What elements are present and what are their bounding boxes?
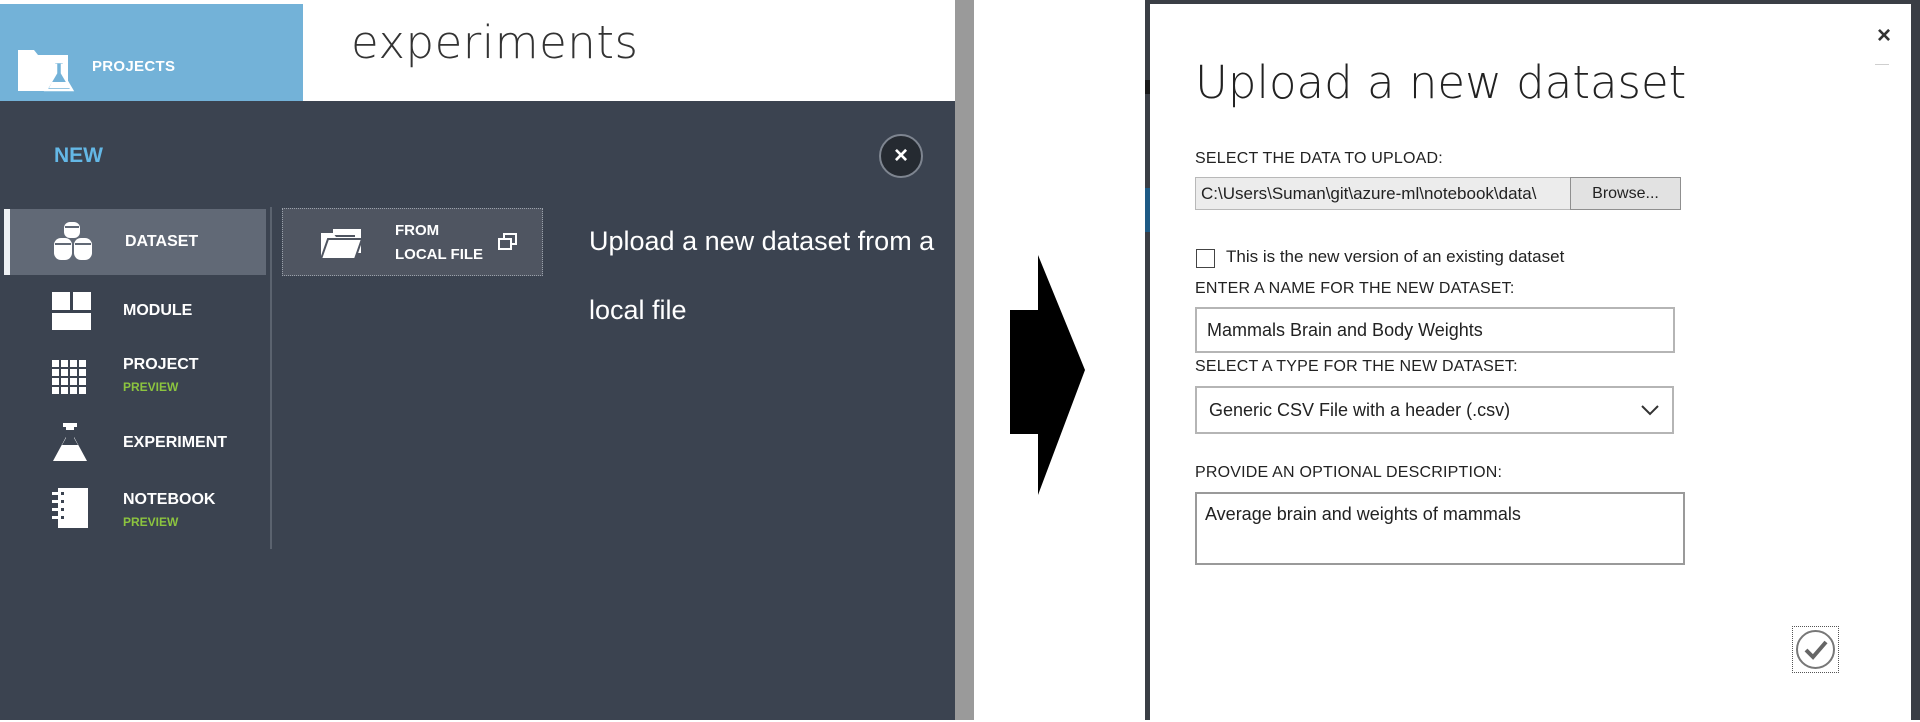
projects-tile[interactable]: PROJECTS: [0, 4, 303, 101]
projects-folder-flask-icon: [18, 50, 75, 92]
from-local-file-option[interactable]: FROM LOCAL FILE: [282, 208, 543, 276]
open-folder-icon: [319, 229, 364, 260]
projects-label: PROJECTS: [92, 58, 176, 75]
file-path-field[interactable]: C:\Users\Suman\git\azure-ml\notebook\dat…: [1195, 177, 1572, 210]
option-label-line2: LOCAL FILE: [395, 246, 484, 263]
option-label-line1: FROM: [395, 222, 440, 239]
notebook-icon: [52, 488, 88, 528]
checkmark-icon: [1804, 640, 1828, 660]
select-data-label: SELECT THE DATA TO UPLOAD:: [1195, 150, 1443, 167]
nav-item-label: MODULE: [123, 302, 193, 319]
flask-icon: [53, 423, 87, 461]
nav-item-dataset[interactable]: DATASET: [4, 209, 266, 275]
nav-item-experiment[interactable]: EXPERIMENT: [8, 410, 270, 476]
upload-dataset-dialog: × Upload a new dataset SELECT THE DATA T…: [1150, 4, 1913, 722]
nav-item-label: DATASET: [125, 233, 199, 250]
option-description-line2: local file: [589, 295, 687, 325]
new-version-checkbox[interactable]: [1196, 249, 1215, 268]
popout-icon: [498, 233, 517, 250]
close-icon[interactable]: ×: [1877, 22, 1891, 50]
nav-item-notebook[interactable]: NOTEBOOK PREVIEW: [8, 475, 270, 541]
nav-item-project[interactable]: PROJECT PREVIEW: [8, 345, 270, 411]
nav-divider: [270, 207, 272, 549]
panel-edge-scrollbar: [955, 0, 974, 720]
dataset-name-input[interactable]: Mammals Brain and Body Weights: [1195, 307, 1675, 353]
nav-item-label: EXPERIMENT: [123, 434, 228, 451]
dialog-title: Upload a new dataset: [1195, 56, 1687, 109]
chevron-down-icon: [1641, 405, 1659, 416]
option-description-line1: Upload a new dataset from a: [589, 226, 935, 256]
dataset-icon: [54, 222, 92, 260]
nav-item-label: PROJECT: [123, 356, 199, 373]
ok-button[interactable]: [1792, 626, 1839, 673]
close-panel-button[interactable]: ×: [879, 134, 923, 178]
top-bar: PROJECTS experiments: [0, 0, 955, 101]
project-grid-icon: [52, 360, 86, 394]
module-icon: [52, 292, 91, 330]
nav-item-label: NOTEBOOK: [123, 491, 216, 508]
preview-badge: PREVIEW: [123, 515, 179, 529]
new-version-label: This is the new version of an existing d…: [1226, 247, 1565, 266]
description-textarea[interactable]: Average brain and weights of mammals: [1195, 492, 1685, 565]
dataset-name-label: ENTER A NAME FOR THE NEW DATASET:: [1195, 280, 1515, 297]
page-title: experiments: [351, 16, 639, 69]
nav-item-module[interactable]: MODULE: [8, 278, 270, 344]
dataset-type-label: SELECT A TYPE FOR THE NEW DATASET:: [1195, 358, 1518, 375]
description-label: PROVIDE AN OPTIONAL DESCRIPTION:: [1195, 464, 1503, 481]
browse-button[interactable]: Browse...: [1570, 177, 1681, 210]
dataset-type-value: Generic CSV File with a header (.csv): [1209, 400, 1511, 420]
right-arrow-icon: [1010, 255, 1085, 495]
ok-circle: [1796, 630, 1835, 669]
preview-badge: PREVIEW: [123, 380, 179, 394]
dialog-right-edge: [1911, 0, 1920, 720]
dataset-type-select[interactable]: Generic CSV File with a header (.csv): [1195, 386, 1674, 434]
new-section-title: NEW: [54, 144, 103, 167]
close-underline: [1875, 64, 1889, 65]
new-item-panel: PROJECTS experiments NEW × DATASET MODUL…: [0, 0, 955, 720]
close-icon: ×: [893, 142, 908, 169]
